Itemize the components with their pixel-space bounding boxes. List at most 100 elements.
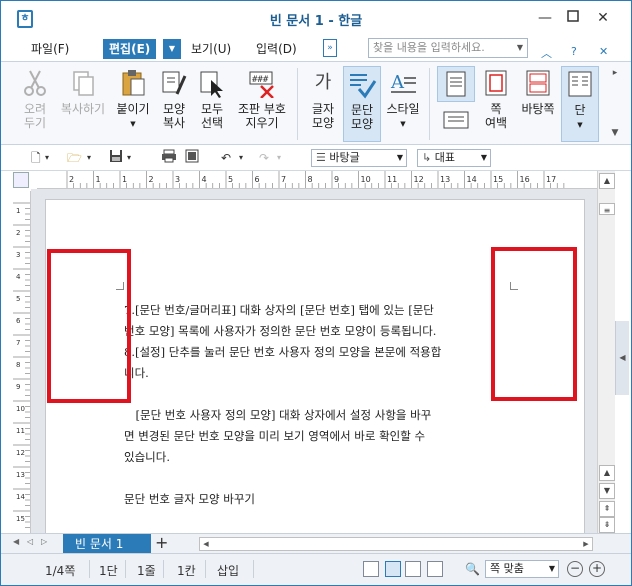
status-col[interactable]: 1칸	[177, 562, 196, 579]
chevron-down-icon[interactable]: ▼	[549, 561, 555, 577]
cut-button[interactable]: 오려 두기	[15, 66, 55, 142]
prev-tab-icon[interactable]: ◁	[27, 537, 33, 546]
document-line[interactable]: 면 변경된 문단 번호 모양을 미리 보기 영역에서 바로 확인할 수	[124, 426, 425, 447]
zoom-search-icon[interactable]: 🔍	[465, 562, 480, 576]
chevron-down-icon[interactable]: ▼	[113, 117, 153, 131]
chevron-down-icon[interactable]: ▼	[562, 118, 598, 132]
scroll-thumb[interactable]: ≡	[599, 203, 615, 215]
scroll-right-icon[interactable]: ▶	[580, 538, 592, 550]
chevron-down-icon[interactable]: ▼	[383, 117, 423, 131]
columns-button[interactable]: 단 ▼	[561, 66, 599, 142]
ruler-corner[interactable]	[13, 172, 29, 188]
document-line[interactable]: [문단 번호 사용자 정의 모양] 대화 상자에서 설정 사항을 바꾸	[124, 405, 431, 426]
ruler-tick-label: 13	[440, 175, 450, 184]
svg-text:A: A	[390, 72, 405, 93]
page-view-button[interactable]	[437, 66, 475, 102]
status-column[interactable]: 1단	[99, 562, 118, 579]
document-line[interactable]: 8.[설정] 단추를 눌러 문단 번호 사용자 정의 모양을 본문에 적용합	[124, 342, 441, 363]
status-page[interactable]: 1/4쪽	[45, 562, 75, 579]
menu-edit[interactable]: 편집(E)	[103, 39, 157, 59]
two-page-view-icon[interactable]	[405, 561, 421, 577]
chevron-down-icon[interactable]: ▾	[239, 149, 243, 167]
margin-button[interactable]: 쪽 여백	[479, 66, 513, 142]
style-combo[interactable]: ☰ 바탕글 ▼	[311, 149, 407, 167]
help-icon[interactable]: ?	[571, 45, 577, 58]
status-line[interactable]: 1줄	[137, 562, 156, 579]
ribbon-scroll-down-icon[interactable]: ▼	[605, 126, 625, 142]
document-line[interactable]: 번호 모양] 목록에 사용자가 정의한 문단 번호 모양이 등록됩니다.	[124, 321, 436, 342]
style-button[interactable]: A 스타일 ▼	[383, 66, 423, 142]
ruler-tick-label: 1	[122, 175, 127, 184]
collapse-ribbon-icon[interactable]: ︿	[541, 45, 552, 61]
menu-file[interactable]: 파일(F)	[31, 39, 69, 59]
chevron-down-icon[interactable]: ▼	[397, 150, 403, 166]
zoom-out-icon[interactable]: −	[567, 561, 583, 577]
status-insert-mode[interactable]: 삽입	[217, 562, 239, 579]
new-doc-icon[interactable]: 🗋	[31, 149, 41, 167]
menu-edit-dropdown-icon[interactable]: ▼	[163, 39, 181, 59]
ribbon-more-icon[interactable]: ▸	[605, 66, 625, 86]
clear-marks-button[interactable]: ### 조판 부호 지우기	[233, 66, 291, 142]
scroll-up-icon[interactable]: ▲	[599, 465, 615, 481]
full-view-icon[interactable]	[427, 561, 443, 577]
format-copy-button[interactable]: 모양 복사	[155, 66, 193, 142]
select-all-button[interactable]: 모두 선택	[195, 66, 229, 142]
zoom-in-icon[interactable]: +	[589, 561, 605, 577]
first-tab-icon[interactable]: ◀	[13, 537, 19, 546]
undo-icon[interactable]: ↶	[221, 149, 231, 167]
expand-menu-icon[interactable]: »	[323, 39, 337, 57]
side-panel-handle[interactable]: ◀	[615, 321, 629, 395]
search-input[interactable]: 찾을 내용을 입력하세요. ▼	[368, 38, 528, 58]
next-page-icon[interactable]: ⇟	[599, 517, 615, 533]
ruler-tick-label: 6	[16, 317, 21, 325]
save-icon[interactable]	[109, 149, 123, 167]
next-tab-icon[interactable]: ▷	[41, 537, 47, 546]
menu-insert[interactable]: 입력(D)	[256, 39, 297, 59]
document-line[interactable]: 7.[문단 번호/글머리표] 대화 상자의 [문단 번호] 탭에 있는 [문단	[124, 300, 434, 321]
chevron-down-icon[interactable]: ▾	[277, 149, 281, 167]
ruler-tick-label: 4	[16, 273, 21, 281]
print-icon[interactable]	[161, 149, 177, 167]
open-folder-icon[interactable]: 🗁	[67, 149, 82, 167]
char-shape-button[interactable]: 가 글자 모양	[305, 66, 341, 142]
para-shape-button[interactable]: 문단 모양	[343, 66, 381, 142]
vertical-scrollbar[interactable]: ▲ ≡ ▲ ▼ ⇞ ⇟	[597, 171, 615, 533]
status-divider	[163, 560, 164, 578]
fit-view-icon[interactable]	[363, 561, 379, 577]
horizontal-scrollbar[interactable]: ◀ ▶	[199, 537, 593, 551]
menu-view[interactable]: 보기(U)	[191, 39, 231, 59]
svg-text:###: ###	[252, 75, 269, 85]
close-icon[interactable]: ✕	[591, 7, 615, 29]
close-doc-icon[interactable]: ✕	[599, 45, 608, 58]
scroll-left-icon[interactable]: ◀	[200, 538, 212, 550]
add-tab-button[interactable]: +	[155, 534, 168, 552]
scroll-top-icon[interactable]: ▲	[599, 173, 615, 189]
minimize-icon[interactable]: —	[533, 7, 557, 29]
ruler-tick-label: 10	[361, 175, 371, 184]
prev-page-icon[interactable]: ⇞	[599, 501, 615, 517]
page-view-icon[interactable]	[385, 561, 401, 577]
chevron-down-icon[interactable]: ▾	[127, 149, 131, 167]
chevron-down-icon[interactable]: ▾	[45, 149, 49, 167]
redo-icon[interactable]: ↷	[259, 149, 269, 167]
chevron-down-icon[interactable]: ▾	[87, 149, 91, 167]
document-line[interactable]: 문단 번호 글자 모양 바꾸기	[124, 489, 255, 510]
document-line[interactable]: 있습니다.	[124, 447, 170, 468]
paste-button[interactable]: 붙이기 ▼	[113, 66, 153, 142]
scroll-down-icon[interactable]: ▼	[599, 483, 615, 499]
maximize-icon[interactable]	[561, 7, 585, 29]
background-page-button[interactable]: 바탕쪽	[517, 66, 559, 142]
vertical-ruler[interactable]: 1 2 3 4 5 6 7 8 9 10 11 12 13 14 15	[13, 191, 31, 533]
copy-button[interactable]: 복사하기	[57, 66, 109, 142]
horizontal-ruler[interactable]: 2 1 1 2 3 4 5 6 7 8 9 10 11 12 13 14 15 16 17	[37, 171, 597, 189]
chevron-down-icon[interactable]: ▼	[517, 39, 523, 57]
ruler-tick-label: 14	[467, 175, 477, 184]
zoom-combo[interactable]: 쪽 맞춤 ▼	[485, 560, 559, 578]
app-window: ㅎ 빈 문서 1 - 한글 — ✕ 파일(F) 편집(E) ▼ 보기(U) 입력…	[0, 0, 632, 586]
ruler-tick-label: 7	[16, 339, 20, 347]
preview-icon[interactable]	[185, 149, 199, 167]
representative-combo[interactable]: ↳ 대표 ▼	[417, 149, 491, 167]
landscape-button[interactable]	[437, 108, 475, 138]
tab-document-1[interactable]: 빈 문서 1	[63, 534, 151, 554]
chevron-down-icon[interactable]: ▼	[481, 150, 487, 166]
